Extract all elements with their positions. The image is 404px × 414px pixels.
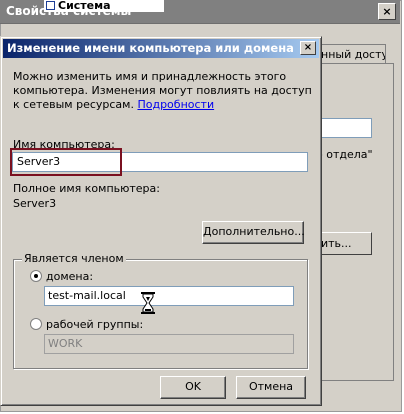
ok-button[interactable]: OK — [160, 376, 226, 399]
domain-radio-selected-dot — [34, 274, 38, 278]
hourglass-cursor-icon — [141, 292, 155, 314]
member-of-legend: Является членом — [22, 252, 126, 265]
more-button[interactable]: Дополнительно... — [202, 221, 305, 244]
dialog-description: Можно изменить имя и принадлежность этог… — [13, 70, 313, 112]
workgroup-input[interactable]: WORK — [44, 334, 294, 354]
domain-input[interactable]: test-mail.local — [44, 286, 294, 306]
system-properties-close-button[interactable]: × — [378, 3, 396, 20]
workgroup-radio[interactable] — [30, 318, 42, 330]
full-computer-name-value: Server3 — [13, 197, 57, 210]
domain-label[interactable]: домена: — [46, 270, 93, 283]
details-link[interactable]: Подробности — [137, 98, 214, 111]
system-window-title: Система — [58, 0, 111, 12]
cancel-button[interactable]: Отмена — [236, 376, 306, 399]
partial-example-text: о отдела" — [316, 148, 373, 161]
dialog-title: Изменение имени компьютера или домена — [7, 41, 294, 55]
computer-name-highlight — [10, 148, 122, 176]
tab-remote-access[interactable]: нный доступ — [318, 44, 386, 64]
system-window-icon — [46, 1, 55, 10]
workgroup-label[interactable]: рабочей группы: — [46, 318, 143, 331]
change-button[interactable]: ить... — [318, 232, 372, 255]
dialog-close-button[interactable]: × — [300, 41, 316, 55]
computer-description-field[interactable] — [320, 118, 372, 138]
full-computer-name-label: Полное имя компьютера: — [13, 182, 160, 195]
